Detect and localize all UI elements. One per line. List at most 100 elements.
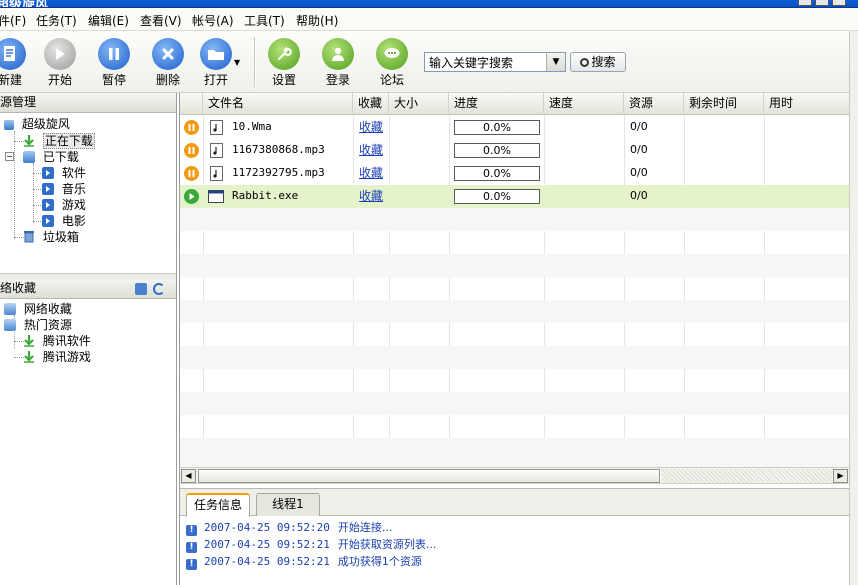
menu-view[interactable]: 查看(V) [140,12,182,29]
magnifier-icon [580,58,590,67]
add-favorite-icon[interactable] [135,283,147,295]
tree-item-tencent-games[interactable]: 腾讯游戏 [23,349,91,365]
column-header-favorite[interactable]: 收藏 [353,93,389,115]
favorite-link[interactable]: 收藏 [353,162,383,185]
log-message: 开始获取资源列表... [337,538,437,551]
tree-item-label: 网络收藏 [23,302,72,316]
open-button[interactable]: 打开 ▼ [190,34,242,90]
exe-file-icon [208,190,224,203]
pause-status-icon[interactable] [184,166,199,181]
refresh-icon[interactable] [153,283,165,295]
play-icon [44,38,76,70]
download-list: 文件名 收藏 大小 进度 速度 资源 剩余时间 用时 10.Wma 收藏 0.0… [179,93,850,488]
resource-count: 0/0 [630,120,648,133]
download-arrow-icon [23,134,35,147]
collapse-expander-icon[interactable]: − [5,152,14,161]
start-button[interactable]: 开始 [34,34,86,90]
scroll-left-icon[interactable]: ◀ [181,469,196,483]
new-icon [0,38,26,70]
search-button[interactable]: 搜索 [570,52,626,72]
empty-row [180,392,850,415]
running-status-icon[interactable] [184,189,199,204]
table-row-selected[interactable]: Rabbit.exe 收藏 0.0% 0/0 [180,185,850,208]
column-header-progress[interactable]: 进度 [449,93,544,115]
favorite-link[interactable]: 收藏 [353,116,383,139]
tree-item-app-root[interactable]: 超级旋风 [4,116,70,132]
tree-item-hot-resources[interactable]: 热门资源 [4,317,72,333]
column-header-resource[interactable]: 资源 [624,93,684,115]
table-row[interactable]: 10.Wma 收藏 0.0% 0/0 [180,116,850,139]
scroll-track[interactable] [662,469,832,483]
resource-count: 0/0 [630,143,648,156]
menu-file[interactable]: 件(F) [0,12,26,29]
tree-item-downloading[interactable]: 正在下载 [23,133,95,149]
column-header-status[interactable] [180,93,203,115]
menu-help[interactable]: 帮助(H) [296,12,338,29]
new-label: 新建 [0,73,22,87]
tree-item-label: 腾讯软件 [42,334,91,348]
table-row[interactable]: 1167380868.mp3 收藏 0.0% 0/0 [180,139,850,162]
forum-button[interactable]: 论坛 [366,34,418,90]
open-dropdown-arrow-icon[interactable]: ▼ [234,58,240,67]
menu-edit[interactable]: 编辑(E) [88,12,129,29]
window-title: 超级旋风 [0,0,49,8]
login-label: 登录 [325,73,350,87]
progress-bar: 0.0% [454,143,540,158]
tab-thread-1[interactable]: 线程1 [256,493,320,516]
tab-task-info[interactable]: 任务信息 [186,493,250,517]
tree-item-games[interactable]: 游戏 [42,197,86,213]
column-header-filename[interactable]: 文件名 [203,93,353,115]
log-time: 2007-04-25 09:52:20 [204,521,330,534]
search-input[interactable] [425,53,547,71]
info-icon: ! [186,542,197,553]
file-name: Rabbit.exe [232,189,299,202]
chat-icon [376,38,408,70]
pause-button[interactable]: 暂停 [88,34,140,90]
close-button[interactable] [832,0,846,6]
settings-label: 设置 [271,73,296,87]
table-header: 文件名 收藏 大小 进度 速度 资源 剩余时间 用时 [180,93,850,115]
column-header-size[interactable]: 大小 [389,93,449,115]
audio-file-icon [210,120,223,135]
tree-item-net-favorites[interactable]: 网络收藏 [4,301,72,317]
tree-item-tencent-software[interactable]: 腾讯软件 [23,333,91,349]
menu-tools[interactable]: 工具(T) [244,12,285,29]
column-header-elapsed[interactable]: 用时 [764,93,850,115]
scroll-right-icon[interactable]: ▶ [833,469,848,483]
search-field[interactable]: ▼ [424,52,566,72]
category-icon [42,199,54,211]
tree-item-label: 已下载 [42,150,79,164]
info-icon: ! [186,525,197,536]
tree-item-music[interactable]: 音乐 [42,181,86,197]
log-time: 2007-04-25 09:52:21 [204,538,330,551]
tree-item-downloaded[interactable]: 已下载 [23,149,79,165]
column-header-speed[interactable]: 速度 [544,93,624,115]
settings-button[interactable]: 设置 [258,34,310,90]
table-row[interactable]: 1172392795.mp3 收藏 0.0% 0/0 [180,162,850,185]
new-button[interactable]: 新建 [0,34,36,90]
login-button[interactable]: 登录 [312,34,364,90]
scroll-thumb[interactable] [198,469,660,483]
search-dropdown-icon[interactable]: ▼ [546,53,565,71]
forum-label: 论坛 [379,73,404,87]
file-name: 1172392795.mp3 [232,166,325,179]
tree-item-label: 腾讯游戏 [42,350,91,364]
favorite-link[interactable]: 收藏 [353,185,383,208]
horizontal-scrollbar[interactable]: ◀ ▶ [180,467,850,484]
wrench-icon [268,38,300,70]
tree-item-movies[interactable]: 电影 [42,213,86,229]
pause-label: 暂停 [101,73,126,87]
menu-account[interactable]: 帐号(A) [192,12,234,29]
tree-item-trash[interactable]: 垃圾箱 [23,229,79,245]
pause-status-icon[interactable] [184,143,199,158]
favorite-link[interactable]: 收藏 [353,139,383,162]
download-arrow-icon [23,350,35,363]
minimize-button[interactable] [798,0,812,6]
column-header-remaining[interactable]: 剩余时间 [684,93,764,115]
pause-status-icon[interactable] [184,120,199,135]
menu-task[interactable]: 任务(T) [36,12,77,29]
delete-button[interactable]: 删除 [142,34,194,90]
tree-item-software[interactable]: 软件 [42,165,86,181]
favorites-panel-header: 络收藏 [0,279,176,299]
maximize-button[interactable] [815,0,829,6]
